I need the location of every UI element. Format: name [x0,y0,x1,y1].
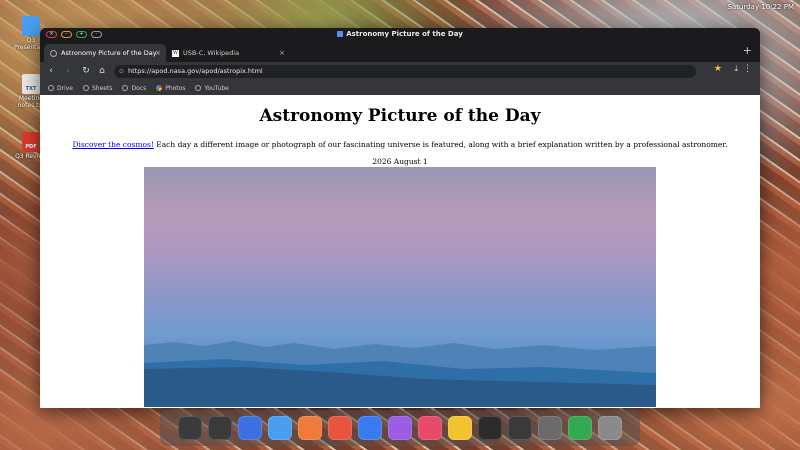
globe-icon [50,49,57,57]
home-button[interactable]: ⌂ [96,65,108,78]
tab-label: USB-C, Wikipedia [183,49,240,57]
discover-cosmos-link[interactable]: Discover the cosmos! [73,140,154,149]
download-icon[interactable]: ⤓ [734,64,738,74]
bookmark-drive[interactable]: Drive [48,85,73,92]
address-bar[interactable]: ⊙ https://apod.nasa.gov/apod/astropix.ht… [114,65,696,78]
dock-finder-search-icon[interactable] [208,416,232,440]
wikipedia-icon: W [172,49,179,57]
bookmark-docs[interactable]: Docs [122,85,146,92]
dock-help-icon[interactable] [568,416,592,440]
folder-icon [22,16,40,36]
new-tab-button[interactable]: + [743,44,752,57]
tab-label: Astronomy Picture of the Day [61,49,157,57]
dock-presentation-icon[interactable] [328,416,352,440]
dock-photos-app-icon[interactable] [298,416,322,440]
dock-launchpad-icon[interactable] [178,416,202,440]
dock-files-icon[interactable] [268,416,292,440]
bookmark-youtube[interactable]: YouTube [195,85,229,92]
bookmark-star-icon[interactable]: ★ [714,64,722,74]
close-tab-icon[interactable]: × [279,49,285,57]
dock-notes-icon[interactable] [448,416,472,440]
dock-image-viewer-icon[interactable] [388,416,412,440]
url-text: https://apod.nasa.gov/apod/astropix.html [128,67,263,75]
dock [160,410,640,446]
globe-icon [83,85,89,91]
bookmark-sheets[interactable]: Sheets [83,85,112,92]
tab-strip: Astronomy Picture of the Day × W USB-C, … [40,42,760,62]
title-bar[interactable]: × – + · Astronomy Picture of the Day [40,28,760,42]
bookmarks-bar: Drive Sheets Docs Photos YouTube [40,81,760,96]
globe-icon [122,85,129,91]
intro-paragraph: Discover the cosmos! Each day a differen… [72,140,728,149]
pdf-file-icon: PDF [22,132,40,152]
tab-apod[interactable]: Astronomy Picture of the Day × [44,44,166,62]
text-file-icon: TXT [22,74,40,94]
menu-kebab-icon[interactable]: ⋮ [743,64,752,74]
reload-button[interactable]: ↻ [80,65,92,78]
photos-icon [156,85,163,91]
bookmark-photos[interactable]: Photos [156,85,185,92]
window-title: Astronomy Picture of the Day [40,30,760,38]
browser-toolbar: ‹ › ↻ ⌂ ⊙ https://apod.nasa.gov/apod/ast… [40,62,760,81]
tab-usb-c-wikipedia[interactable]: W USB-C, Wikipedia × [166,44,290,62]
forward-button[interactable]: › [62,65,74,78]
dock-camera-icon[interactable] [508,416,532,440]
dock-settings-icon[interactable] [538,416,562,440]
browser-window: × – + · Astronomy Picture of the Day Ast… [40,28,760,408]
apod-image[interactable] [144,167,656,407]
dock-browser-icon[interactable] [238,416,262,440]
dock-trash-icon[interactable] [598,416,622,440]
apod-date: 2026 August 1 [372,157,428,166]
mountain-ridge [144,341,656,407]
globe-icon [48,85,54,91]
close-tab-icon[interactable]: × [155,49,161,57]
site-info-icon[interactable]: ⊙ [119,65,124,78]
apod-favicon-icon [337,31,344,37]
page-content: Astronomy Picture of the Day Discover th… [40,95,760,408]
page-title: Astronomy Picture of the Day [259,106,541,126]
dock-media-player-icon[interactable] [418,416,442,440]
dock-documents-icon[interactable] [358,416,382,440]
system-clock: Saturday 10:22 PM [727,3,794,11]
back-button[interactable]: ‹ [45,65,57,78]
dock-calculator-icon[interactable] [478,416,502,440]
globe-icon [195,85,202,91]
